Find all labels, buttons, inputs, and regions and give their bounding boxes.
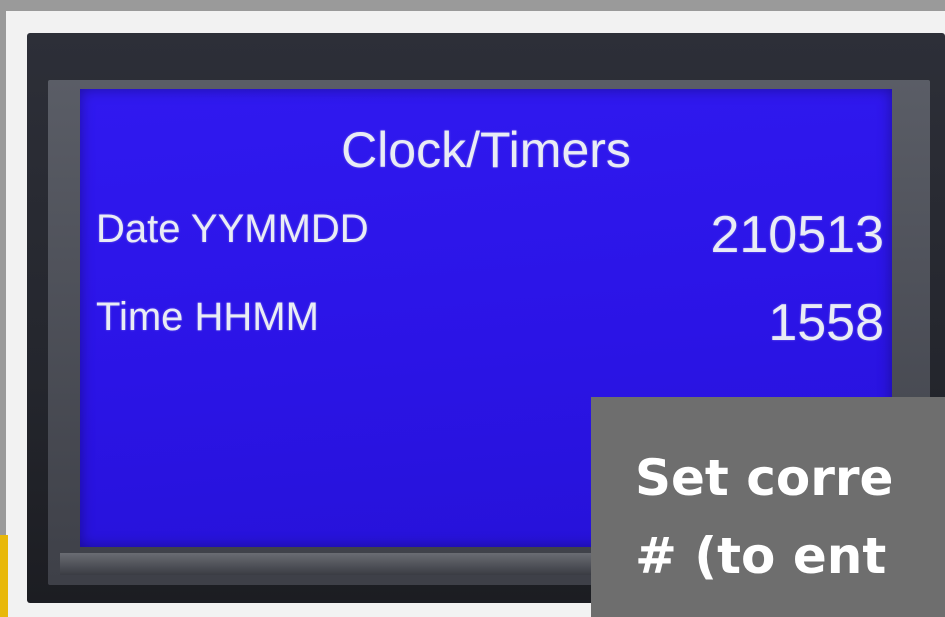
date-label: Date YYMMDD [96, 207, 369, 251]
time-label: Time HHMM [96, 295, 319, 339]
date-value: 210513 [710, 206, 884, 264]
yellow-device-edge [0, 535, 8, 617]
caption-line-2: # (to ent [635, 527, 887, 585]
screen-title: Clock/Timers [341, 122, 631, 178]
caption-line-1: Set corre [635, 449, 894, 507]
instruction-caption: Set corre # (to ent [591, 397, 945, 617]
time-value: 1558 [768, 294, 884, 352]
